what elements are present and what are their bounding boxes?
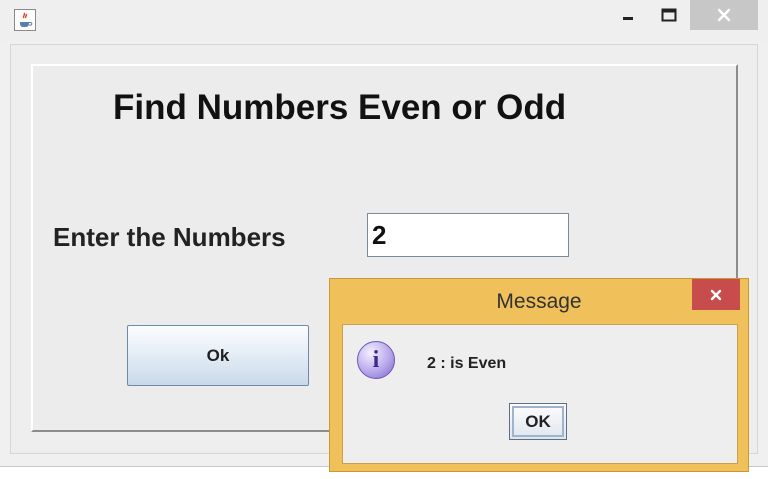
page-title: Find Numbers Even or Odd <box>113 88 567 127</box>
window-close-button[interactable] <box>690 0 758 30</box>
dialog-title[interactable]: Message <box>330 279 748 321</box>
minimize-button[interactable] <box>608 0 648 30</box>
dialog-body <box>342 324 738 464</box>
minimize-icon <box>623 17 633 20</box>
maximize-icon <box>661 8 677 22</box>
close-icon <box>717 8 731 22</box>
java-app-icon[interactable] <box>14 9 36 31</box>
dialog-ok-button[interactable]: OK <box>509 403 567 440</box>
dialog-message: 2 : is Even <box>427 355 507 372</box>
message-dialog: Message <box>329 278 749 472</box>
close-icon <box>710 289 722 300</box>
numbers-input[interactable] <box>367 213 569 257</box>
info-icon: i <box>357 341 395 379</box>
dialog-close-button[interactable] <box>692 279 740 310</box>
title-bar[interactable] <box>0 0 768 42</box>
maximize-button[interactable] <box>650 0 688 30</box>
ok-button[interactable]: Ok <box>127 325 309 386</box>
numbers-label: Enter the Numbers <box>53 222 286 252</box>
